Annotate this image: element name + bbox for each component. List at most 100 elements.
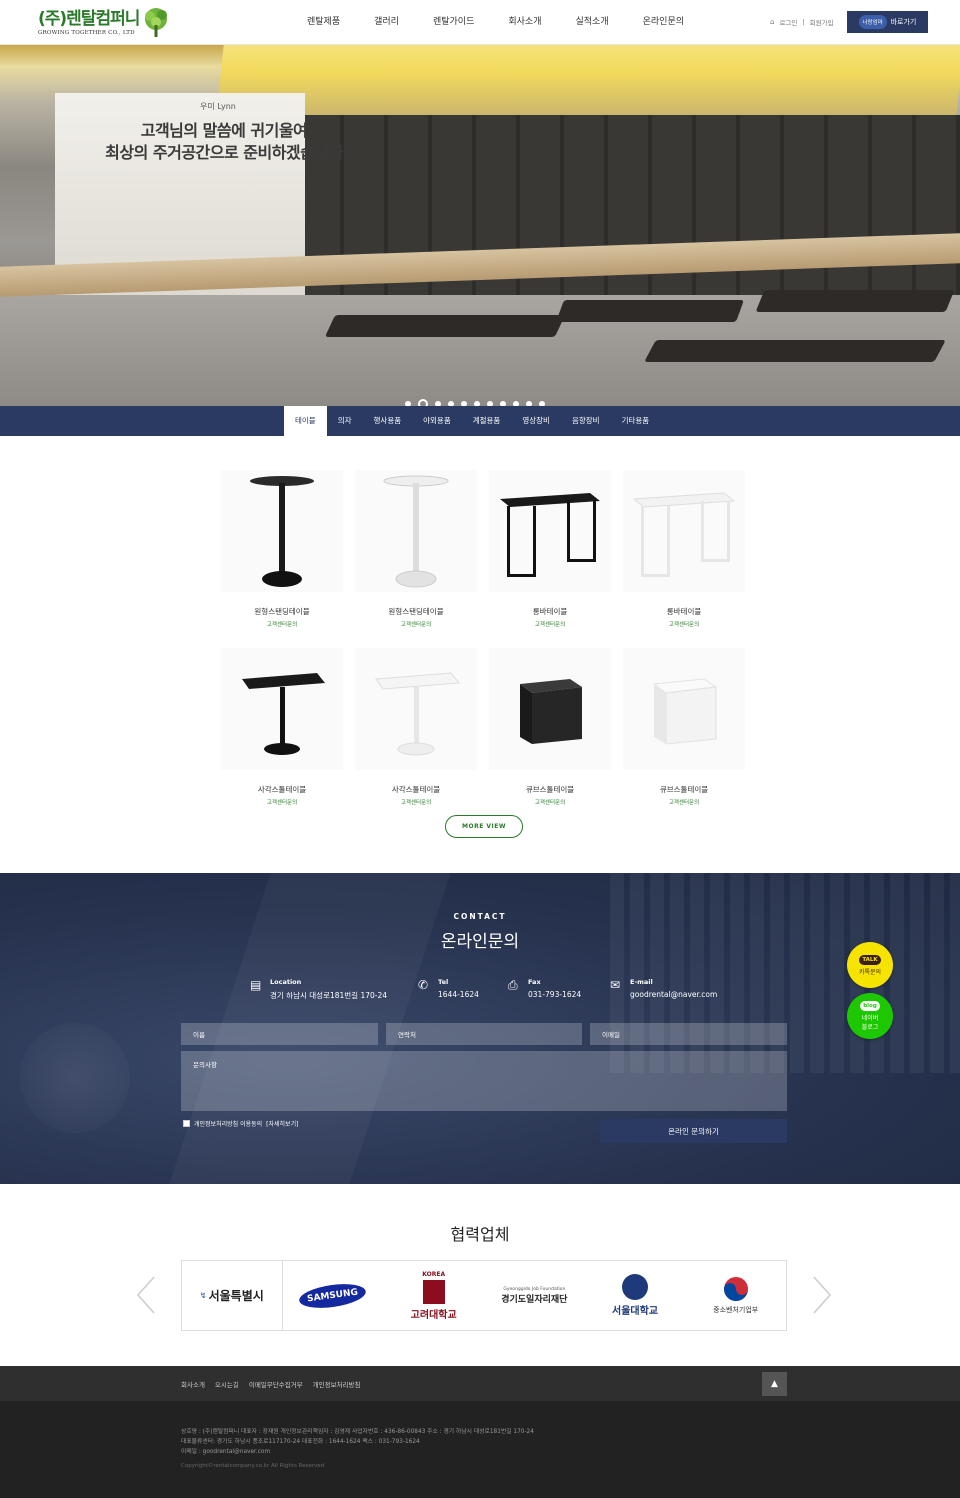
slider-dot[interactable] bbox=[418, 399, 428, 406]
partner-snu[interactable]: 서울대학교 bbox=[585, 1261, 686, 1330]
info-location: ▤ Location 경기 하남시 대성로181번길 170-24 bbox=[250, 978, 387, 1001]
submit-inquiry-button[interactable]: 온라인 문의하기 bbox=[600, 1119, 787, 1143]
site-header: (주)렌탈컴퍼니 GROWING TOGETHER CO., LTD 렌탈제품 … bbox=[0, 0, 960, 45]
product-price-note: 고객센터문의 bbox=[400, 622, 432, 628]
product-card[interactable]: 큐브스툴테이블 고객센터문의 bbox=[617, 648, 751, 806]
product-card[interactable]: 원형스탠딩테이블 고객센터문의 bbox=[215, 470, 349, 628]
product-card[interactable]: 롱바테이블 고객센터문의 bbox=[617, 470, 751, 628]
tab-other-supplies[interactable]: 기타용품 bbox=[611, 406, 661, 436]
footer-links: 회사소개 오시는길 이메일무단수집거부 개인정보처리방침 bbox=[181, 1379, 361, 1389]
name-field[interactable]: 이름 bbox=[181, 1023, 378, 1045]
privacy-checkbox[interactable] bbox=[183, 1120, 190, 1127]
main-nav: 렌탈제품 갤러리 렌탈가이드 회사소개 실적소개 온라인문의 bbox=[290, 0, 701, 45]
product-image bbox=[489, 470, 611, 592]
kakao-talk-icon: TALK bbox=[859, 954, 881, 965]
naver-blog-button[interactable]: blog 네이버 블로그 bbox=[847, 993, 893, 1039]
partner-gyeonggi-job[interactable]: Gyeonggido Job Foundation 경기도일자리재단 bbox=[484, 1261, 585, 1330]
product-price-note: 고객센터문의 bbox=[668, 622, 700, 628]
site-logo[interactable]: (주)렌탈컴퍼니 GROWING TOGETHER CO., LTD bbox=[38, 6, 171, 40]
tab-video-equipment[interactable]: 영상장비 bbox=[511, 406, 561, 436]
fax-icon: ⎙ bbox=[508, 978, 518, 992]
tab-chair[interactable]: 의자 bbox=[327, 406, 363, 436]
category-tabs: 테이블 의자 행사용품 야외용품 계절용품 영상장비 음향장비 기타용품 bbox=[284, 406, 660, 436]
utility-menu: ⌂ 로그인 | 회원가입 bbox=[770, 17, 834, 27]
product-card[interactable]: 사각스툴테이블 고객센터문의 bbox=[349, 648, 483, 806]
info-email-text: E-mail goodrental@naver.com bbox=[630, 978, 717, 999]
tab-outdoor-supplies[interactable]: 야외용품 bbox=[412, 406, 462, 436]
nav-rental-products[interactable]: 렌탈제품 bbox=[290, 0, 357, 45]
shortcut-logo: 너랑엄마 bbox=[858, 15, 887, 29]
info-tel-label: Tel bbox=[438, 978, 449, 986]
round-table-white-image bbox=[383, 475, 449, 588]
footer-link-about[interactable]: 회사소개 bbox=[181, 1379, 205, 1389]
copyright: Copyright©rentalcompany.co.kr All Rights… bbox=[181, 1463, 325, 1469]
mail-icon: ✉ bbox=[610, 978, 621, 992]
contact-section: CONTACT 온라인문의 ▤ Location 경기 하남시 대성로181번길… bbox=[0, 873, 960, 1184]
company-info-line1: 상호명 : (주)렌탈컴퍼니 대표자 : 장재원 개인정보관리책임자 : 김영제… bbox=[181, 1429, 534, 1435]
product-price-note: 고객센터문의 bbox=[534, 622, 566, 628]
naver-blog-label-2: 블로그 bbox=[861, 1024, 879, 1031]
product-image bbox=[355, 470, 477, 592]
kakao-talk-button[interactable]: TALK 카톡문의 bbox=[847, 942, 893, 988]
shortcut-label: 바로가기 bbox=[890, 18, 917, 26]
product-price-note: 고객센터문의 bbox=[266, 622, 298, 628]
product-name: 롱바테이블 bbox=[532, 607, 568, 616]
product-card[interactable]: 원형스탠딩테이블 고객센터문의 bbox=[349, 470, 483, 628]
footer-link-no-email-collection[interactable]: 이메일무단수집거부 bbox=[249, 1379, 303, 1389]
logo-subtitle: GROWING TOGETHER CO., LTD bbox=[38, 30, 135, 36]
hero-caption-line2: 최상의 주거공간으로 준비하겠습니다 bbox=[105, 143, 343, 162]
email-field[interactable]: 이메일 bbox=[590, 1023, 787, 1045]
kakao-talk-label: 카톡문의 bbox=[858, 968, 882, 976]
product-card[interactable]: 큐브스툴테이블 고객센터문의 bbox=[483, 648, 617, 806]
logo-title: (주)렌탈컴퍼니 bbox=[38, 9, 140, 29]
partner-korea-univ[interactable]: KOREA 고려대학교 bbox=[383, 1261, 484, 1330]
tab-seasonal-supplies[interactable]: 계절용품 bbox=[462, 406, 512, 436]
tab-table[interactable]: 테이블 bbox=[284, 406, 327, 436]
hero-ceiling-light bbox=[216, 45, 960, 115]
square-table-black-image bbox=[242, 673, 325, 755]
snu-emblem-icon bbox=[622, 1274, 649, 1300]
nav-online-inquiry[interactable]: 온라인문의 bbox=[626, 0, 701, 45]
hero-banner: 우미 Lynn 고객님의 말씀에 귀기울여 최상의 주거공간으로 준비하겠습니다 bbox=[0, 45, 960, 406]
join-link[interactable]: 회원가입 bbox=[810, 17, 834, 27]
footer-link-privacy[interactable]: 개인정보처리방침 bbox=[313, 1379, 361, 1389]
footer-link-directions[interactable]: 오시는길 bbox=[215, 1379, 239, 1389]
footer-info-area: 상호명 : (주)렌탈컴퍼니 대표자 : 장재원 개인정보관리책임자 : 김영제… bbox=[0, 1401, 960, 1498]
info-location-value: 경기 하남시 대성로181번길 170-24 bbox=[270, 991, 388, 1000]
info-fax-value: 031-793-1624 bbox=[528, 990, 582, 999]
privacy-detail-link[interactable]: [자세히보기] bbox=[266, 1119, 298, 1128]
nav-portfolio[interactable]: 실적소개 bbox=[559, 0, 626, 45]
product-card[interactable]: 사각스툴테이블 고객센터문의 bbox=[215, 648, 349, 806]
info-email-label: E-mail bbox=[630, 978, 653, 986]
partner-gyeonggi-job-name: 경기도일자리재단 bbox=[501, 1294, 568, 1305]
shortcut-button[interactable]: 너랑엄마 바로가기 bbox=[847, 11, 928, 33]
phone-field[interactable]: 연락처 bbox=[386, 1023, 582, 1045]
product-name: 롱바테이블 bbox=[666, 607, 702, 616]
partner-seoul-city[interactable]: ↯ 서울특별시 bbox=[182, 1261, 283, 1330]
product-card[interactable]: 롱바테이블 고객센터문의 bbox=[483, 470, 617, 628]
category-bar: 테이블 의자 행사용품 야외용품 계절용품 영상장비 음향장비 기타용품 bbox=[0, 406, 960, 436]
bar-table-black-image bbox=[500, 493, 600, 577]
info-email: ✉ E-mail goodrental@naver.com bbox=[610, 978, 717, 999]
partner-mss[interactable]: 중소벤처기업부 bbox=[685, 1261, 786, 1330]
korea-univ-crest-text: KOREA bbox=[422, 1270, 446, 1278]
privacy-agree-text: 개인정보처리방침 이용동의 bbox=[194, 1121, 263, 1128]
info-location-text: Location 경기 하남시 대성로181번길 170-24 bbox=[270, 978, 387, 1001]
home-icon: ⌂ bbox=[770, 18, 775, 26]
util-divider: | bbox=[802, 18, 805, 26]
partners-next-arrow-icon[interactable] bbox=[812, 1275, 832, 1315]
nav-rental-guide[interactable]: 렌탈가이드 bbox=[416, 0, 491, 45]
product-name: 원형스탠딩테이블 bbox=[388, 607, 444, 616]
product-image bbox=[221, 648, 343, 770]
message-field[interactable]: 문의사항 bbox=[181, 1051, 787, 1111]
login-link[interactable]: 로그인 bbox=[779, 17, 797, 27]
partner-samsung[interactable]: SAMSUNG bbox=[283, 1261, 384, 1330]
tab-audio-equipment[interactable]: 음향장비 bbox=[561, 406, 611, 436]
tab-event-supplies[interactable]: 행사용품 bbox=[363, 406, 413, 436]
partners-prev-arrow-icon[interactable] bbox=[136, 1275, 156, 1315]
nav-gallery[interactable]: 갤러리 bbox=[357, 0, 416, 45]
more-view-button[interactable]: MORE VIEW bbox=[445, 815, 523, 838]
info-tel-text: Tel 1644-1624 bbox=[438, 978, 479, 999]
scroll-top-button[interactable]: ▲ bbox=[762, 1372, 787, 1396]
nav-about[interactable]: 회사소개 bbox=[491, 0, 558, 45]
